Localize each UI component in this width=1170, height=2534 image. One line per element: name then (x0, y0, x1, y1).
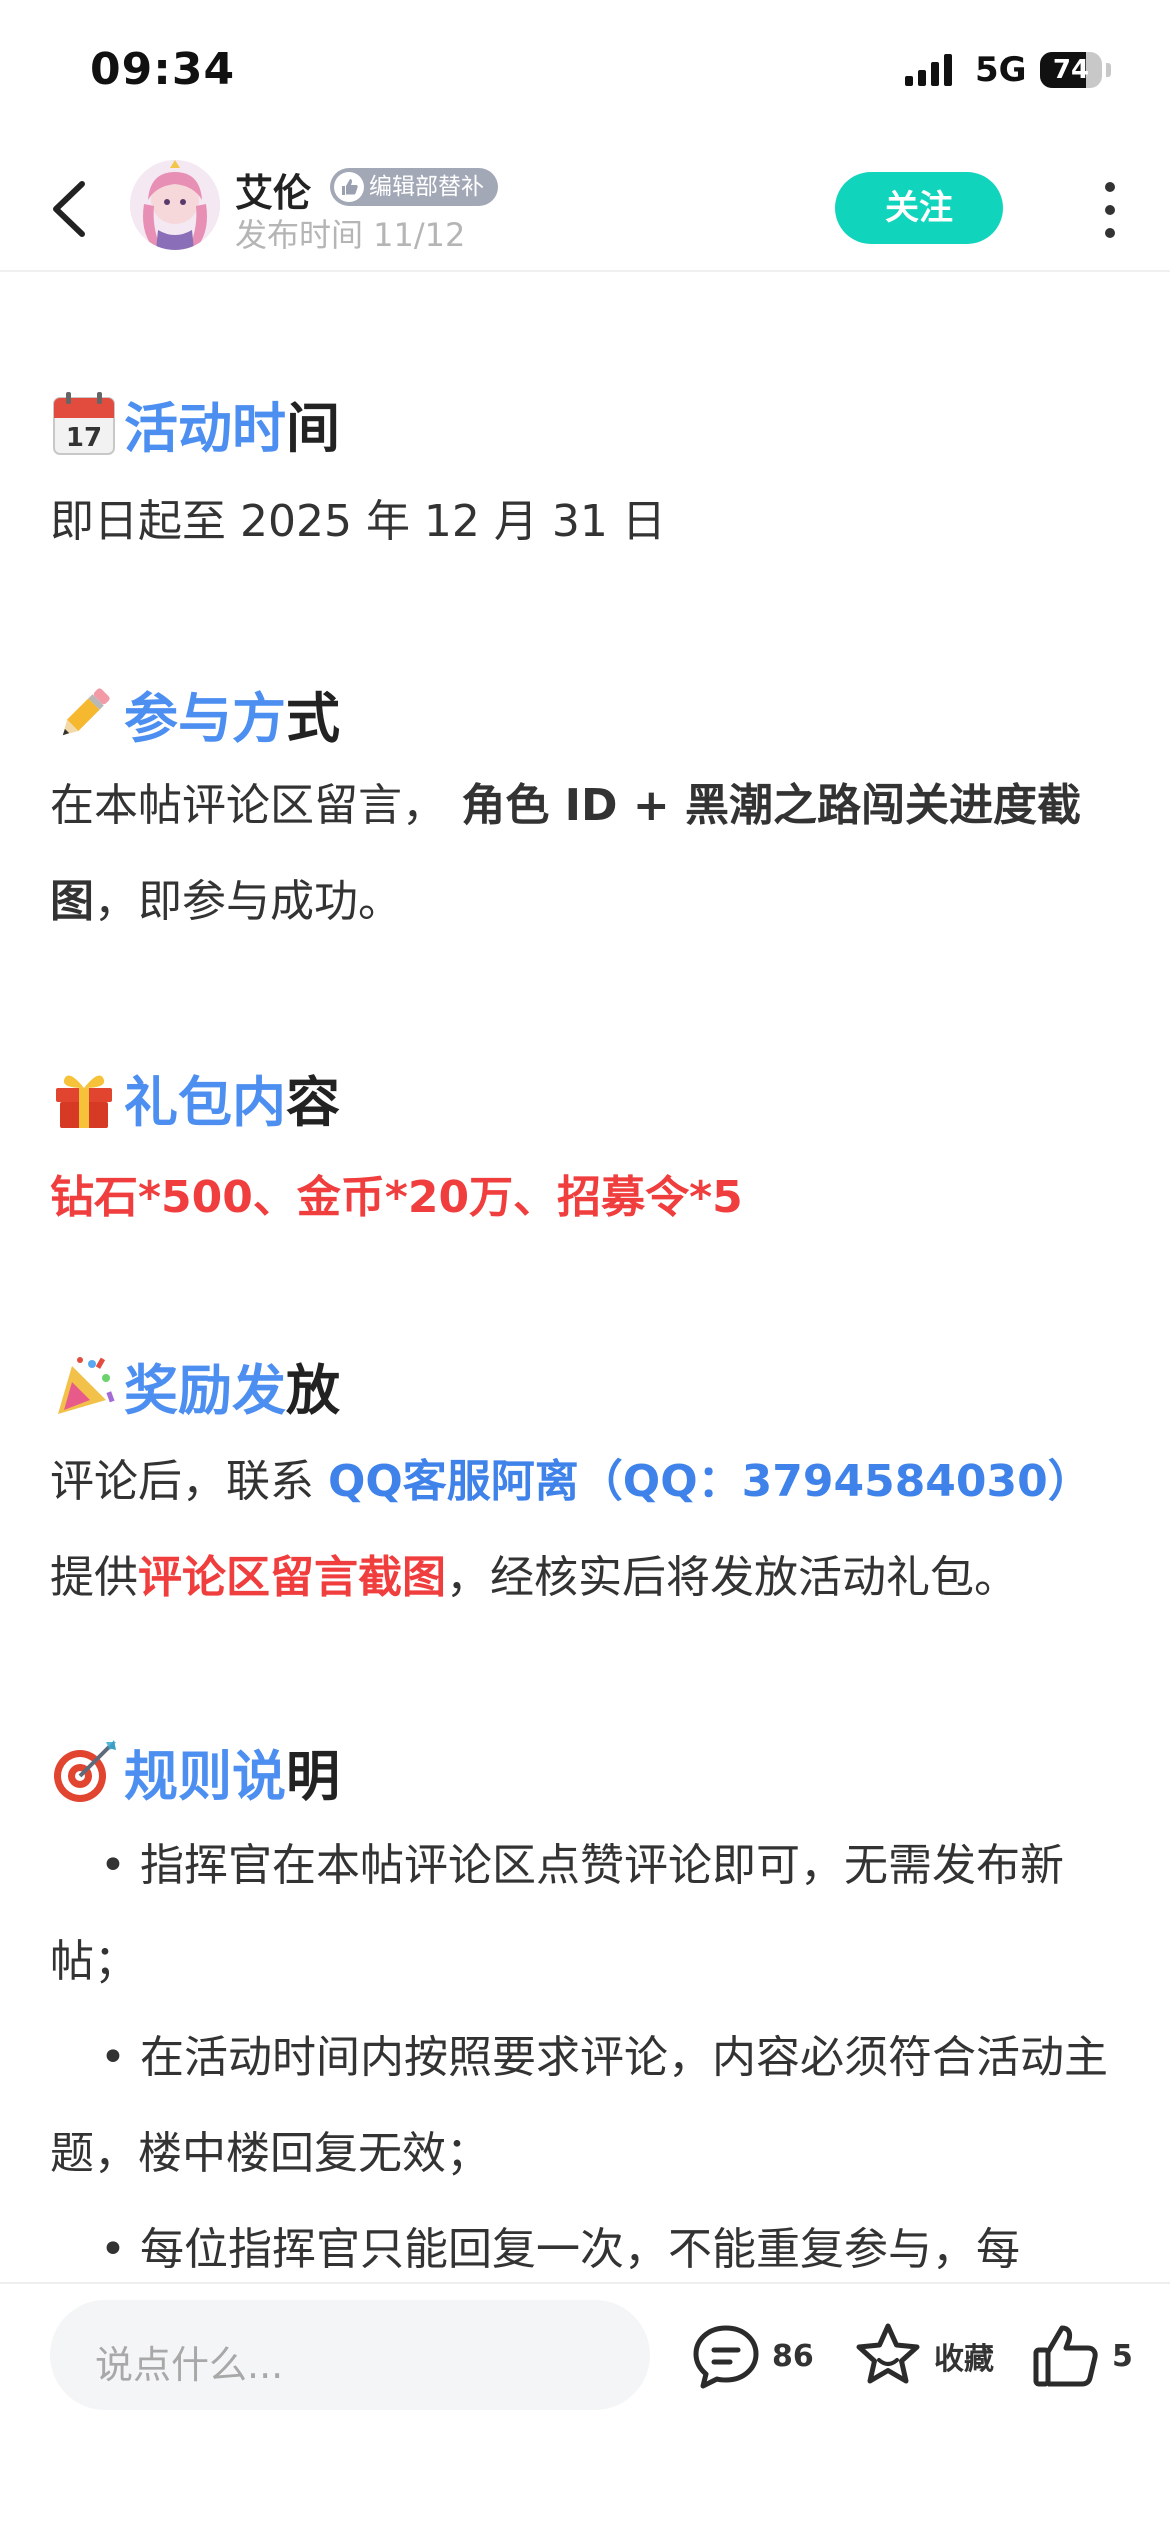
battery-tip (1106, 63, 1111, 77)
status-time: 09:34 (90, 44, 236, 95)
like-button[interactable]: 5 (1030, 2320, 1133, 2392)
avatar[interactable] (130, 160, 220, 250)
section-title-blue: 规则说 (124, 1745, 286, 1808)
more-dot-icon (1105, 182, 1115, 192)
rule-item: • 指挥官在本帖评论区点赞评论即可，无需发布新帖； (50, 1840, 1064, 1987)
back-button[interactable] (42, 172, 102, 246)
favorite-button[interactable]: 收藏 (852, 2320, 994, 2392)
section-title-dark: 明 (286, 1745, 340, 1808)
section-title-dark: 容 (286, 1071, 340, 1134)
calendar-icon: 17 (53, 391, 115, 455)
confetti-icon (58, 1356, 115, 1414)
reward-highlight: 评论区留言截图 (138, 1552, 446, 1603)
more-dot-icon (1105, 205, 1115, 215)
section-title-dark: 放 (286, 1359, 340, 1422)
chevron-left-icon (53, 181, 85, 237)
comment-input-placeholder: 说点什么... (95, 2343, 284, 2387)
comment-input[interactable]: 说点什么... (50, 2300, 650, 2410)
comment-icon (693, 2325, 759, 2389)
section-title-rules: 规则说明 (50, 1732, 340, 1811)
rule-item: • 每位指挥官只能回复一次，不能重复参与，每 (100, 2224, 1020, 2275)
likes-count: 5 (1112, 2338, 1133, 2374)
battery-icon: 74 (1040, 52, 1102, 88)
more-dot-icon (1105, 228, 1115, 238)
participation-suffix: ，即参与成功。 (94, 876, 402, 927)
post-content: 17 活动时间 即日起至 2025 年 12 月 31 日 参与方式 在本帖评论… (0, 272, 1170, 2282)
section-title-blue: 礼包内 (124, 1071, 286, 1134)
section-title-blue: 活动时 (124, 397, 286, 460)
gift-content-text: 钻石*500、金币*20万、招募令*5 (50, 1172, 743, 1223)
participation-prefix: 在本帖评论区留言， (50, 780, 446, 831)
network-label: 5G (975, 50, 1027, 90)
author-badge: 编辑部替补 (330, 168, 498, 206)
post-header: 艾伦 编辑部替补 发布时间 11/12 关注 (0, 150, 1170, 272)
author-name[interactable]: 艾伦 (235, 162, 311, 217)
post-time: 发布时间 11/12 (235, 216, 466, 254)
battery-level: 74 (1052, 55, 1090, 85)
reward-suffix: ，经核实后将发放活动礼包。 (446, 1552, 1018, 1603)
badge-label: 编辑部替补 (369, 174, 484, 200)
section-title-participation: 参与方式 (50, 674, 340, 753)
pencil-icon (62, 687, 110, 735)
follow-button[interactable]: 关注 (835, 172, 1003, 244)
star-icon (856, 2323, 920, 2384)
svg-text:17: 17 (66, 423, 102, 453)
rules-list: • 指挥官在本帖评论区点赞评论即可，无需发布新帖； • 在活动时间内按照要求评论… (50, 1818, 1130, 2282)
target-icon (54, 1739, 116, 1802)
gift-icon (56, 1075, 112, 1128)
reward-distribution-text: 评论后，联系 QQ客服阿离（QQ：3794584030） 提供评论区留言截图，经核… (50, 1434, 1130, 1626)
rule-item: • 在活动时间内按照要求评论，内容必须符合活动主题，楼中楼回复无效； (50, 2032, 1108, 2179)
comments-count: 86 (772, 2338, 814, 2374)
section-title-blue: 奖励发 (124, 1359, 286, 1422)
qq-service-link[interactable]: QQ客服阿离（QQ：3794584030） (328, 1456, 1092, 1507)
thumbs-up-badge-icon (334, 172, 364, 202)
reward-mid: 提供 (50, 1552, 138, 1603)
signal-icon (905, 54, 952, 86)
status-bar: 09:34 5G 74 (0, 0, 1170, 150)
more-options-button[interactable] (1090, 182, 1130, 238)
reward-prefix: 评论后，联系 (50, 1456, 328, 1507)
section-title-reward-distribution: 奖励发放 (50, 1346, 340, 1425)
avatar-image (130, 160, 220, 250)
section-title-blue: 参与方 (124, 687, 286, 750)
favorite-label: 收藏 (934, 2342, 994, 2377)
section-title-dark: 间 (286, 397, 340, 460)
thumbs-up-icon (1033, 2325, 1098, 2387)
participation-text: 在本帖评论区留言， 角色 ID + 黑潮之路闯关进度截图，即参与成功。 (50, 758, 1130, 950)
section-title-dark: 式 (286, 687, 340, 750)
section-title-activity-time: 17 活动时间 (50, 384, 340, 463)
activity-time-text: 即日起至 2025 年 12 月 31 日 (50, 496, 666, 547)
comments-button[interactable]: 86 (690, 2320, 814, 2392)
section-title-gift-content: 礼包内容 (50, 1058, 340, 1137)
bottom-action-bar: 说点什么... 86 收藏 5 (0, 2282, 1170, 2534)
